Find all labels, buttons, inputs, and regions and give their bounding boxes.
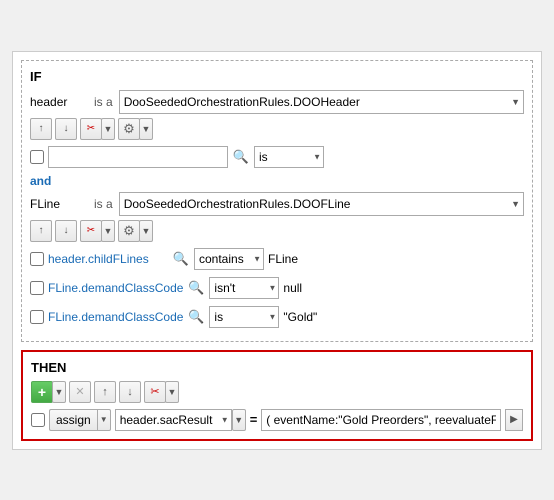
scissors-drop-2[interactable]: ▼ — [101, 220, 115, 242]
up-btn-2[interactable] — [30, 220, 52, 242]
then-down-btn[interactable]: ↓ — [119, 381, 141, 403]
condition-row-1: FLine.demandClassCode isn't null — [30, 275, 524, 301]
then-scissors-btn[interactable]: ✂ — [144, 381, 166, 403]
fline-type-name: FLine — [30, 197, 90, 211]
if-section: IF header is a DooSeededOrchestrationRul… — [21, 60, 533, 342]
then-scissors-drop[interactable]: ▼ — [165, 381, 179, 403]
equals-sign: = — [250, 412, 258, 427]
assign-btn-wrap: assign ▼ — [49, 409, 111, 431]
cond-checkbox-2[interactable] — [30, 310, 44, 324]
gear-btn-2[interactable] — [118, 220, 140, 242]
operator-wrap-2: is — [209, 306, 279, 328]
cond-value-2: "Gold" — [283, 310, 323, 324]
assign-drop-btn[interactable]: ▼ — [97, 409, 111, 431]
search-icon-1[interactable] — [187, 279, 205, 297]
header-type-row: header is a DooSeededOrchestrationRules.… — [30, 90, 524, 114]
then-section: THEN + ▼ ✕ ↑ ↓ ✂ ▼ assign ▼ header.sacRe… — [21, 350, 533, 441]
and-label: and — [30, 174, 524, 188]
down-btn-1[interactable] — [55, 118, 77, 140]
search-icon-2[interactable] — [187, 308, 205, 326]
down-btn-2[interactable] — [55, 220, 77, 242]
search-icon-empty[interactable] — [232, 148, 250, 166]
field-select-drop[interactable]: ▼ — [232, 409, 246, 431]
field-select-wrap: header.sacResult — [115, 409, 232, 431]
operator-wrap-1: isn't — [209, 277, 279, 299]
search-icon-0[interactable] — [172, 250, 190, 268]
cond-field-1: FLine.demandClassCode — [48, 281, 183, 295]
fline-class-select[interactable]: DooSeededOrchestrationRules.DOOFLine — [119, 192, 524, 216]
toolbar-1: ▼ ▼ — [30, 118, 524, 140]
condition-row-2: FLine.demandClassCode is "Gold" — [30, 304, 524, 330]
assign-button[interactable]: assign — [49, 409, 97, 431]
condition-row-0: header.childFLines contains FLine — [30, 246, 524, 272]
header-class-select-wrapper: DooSeededOrchestrationRules.DOOHeader — [119, 90, 524, 114]
operator-select-2[interactable]: is — [209, 306, 279, 328]
empty-operator-wrap: is — [254, 146, 324, 168]
header-is-a-label: is a — [94, 95, 113, 109]
fline-class-select-wrapper: DooSeededOrchestrationRules.DOOFLine — [119, 192, 524, 216]
gear-btn-1[interactable] — [118, 118, 140, 140]
header-type-name: header — [30, 95, 90, 109]
gear-drop-1[interactable]: ▼ — [139, 118, 153, 140]
fline-type-row: FLine is a DooSeededOrchestrationRules.D… — [30, 192, 524, 216]
then-label: THEN — [31, 360, 523, 375]
cond-checkbox-0[interactable] — [30, 252, 44, 266]
operator-select-0[interactable]: contains — [194, 248, 264, 270]
then-delete-btn[interactable]: ✕ — [69, 381, 91, 403]
scissors-drop-1[interactable]: ▼ — [101, 118, 115, 140]
cond-checkbox-1[interactable] — [30, 281, 44, 295]
expr-end-btn[interactable]: ▶ — [505, 409, 523, 431]
scissors-btn-1[interactable] — [80, 118, 102, 140]
cond-field-0: header.childFLines — [48, 252, 168, 266]
then-toolbar: + ▼ ✕ ↑ ↓ ✂ ▼ — [31, 381, 523, 403]
empty-cond-checkbox[interactable] — [30, 150, 44, 164]
gear-drop-2[interactable]: ▼ — [139, 220, 153, 242]
add-btn[interactable]: + — [31, 381, 53, 403]
main-container: IF header is a DooSeededOrchestrationRul… — [12, 51, 542, 450]
up-btn-1[interactable] — [30, 118, 52, 140]
operator-select-1[interactable]: isn't — [209, 277, 279, 299]
empty-operator-select[interactable]: is — [254, 146, 324, 168]
fline-is-a-label: is a — [94, 197, 113, 211]
add-drop[interactable]: ▼ — [52, 381, 66, 403]
empty-condition-row: is — [30, 144, 524, 170]
empty-cond-field-input[interactable] — [48, 146, 228, 168]
cond-value-0: FLine — [268, 252, 308, 266]
then-up-btn[interactable]: ↑ — [94, 381, 116, 403]
if-label: IF — [30, 69, 524, 84]
assign-field-select[interactable]: header.sacResult — [115, 409, 232, 431]
expr-input[interactable] — [261, 409, 501, 431]
assign-checkbox[interactable] — [31, 413, 45, 427]
header-class-select[interactable]: DooSeededOrchestrationRules.DOOHeader — [119, 90, 524, 114]
toolbar-2: ▼ ▼ — [30, 220, 524, 242]
assign-row: assign ▼ header.sacResult ▼ = ▶ — [31, 409, 523, 431]
cond-field-2: FLine.demandClassCode — [48, 310, 183, 324]
operator-wrap-0: contains — [194, 248, 264, 270]
scissors-btn-2[interactable] — [80, 220, 102, 242]
cond-value-1: null — [283, 281, 323, 295]
